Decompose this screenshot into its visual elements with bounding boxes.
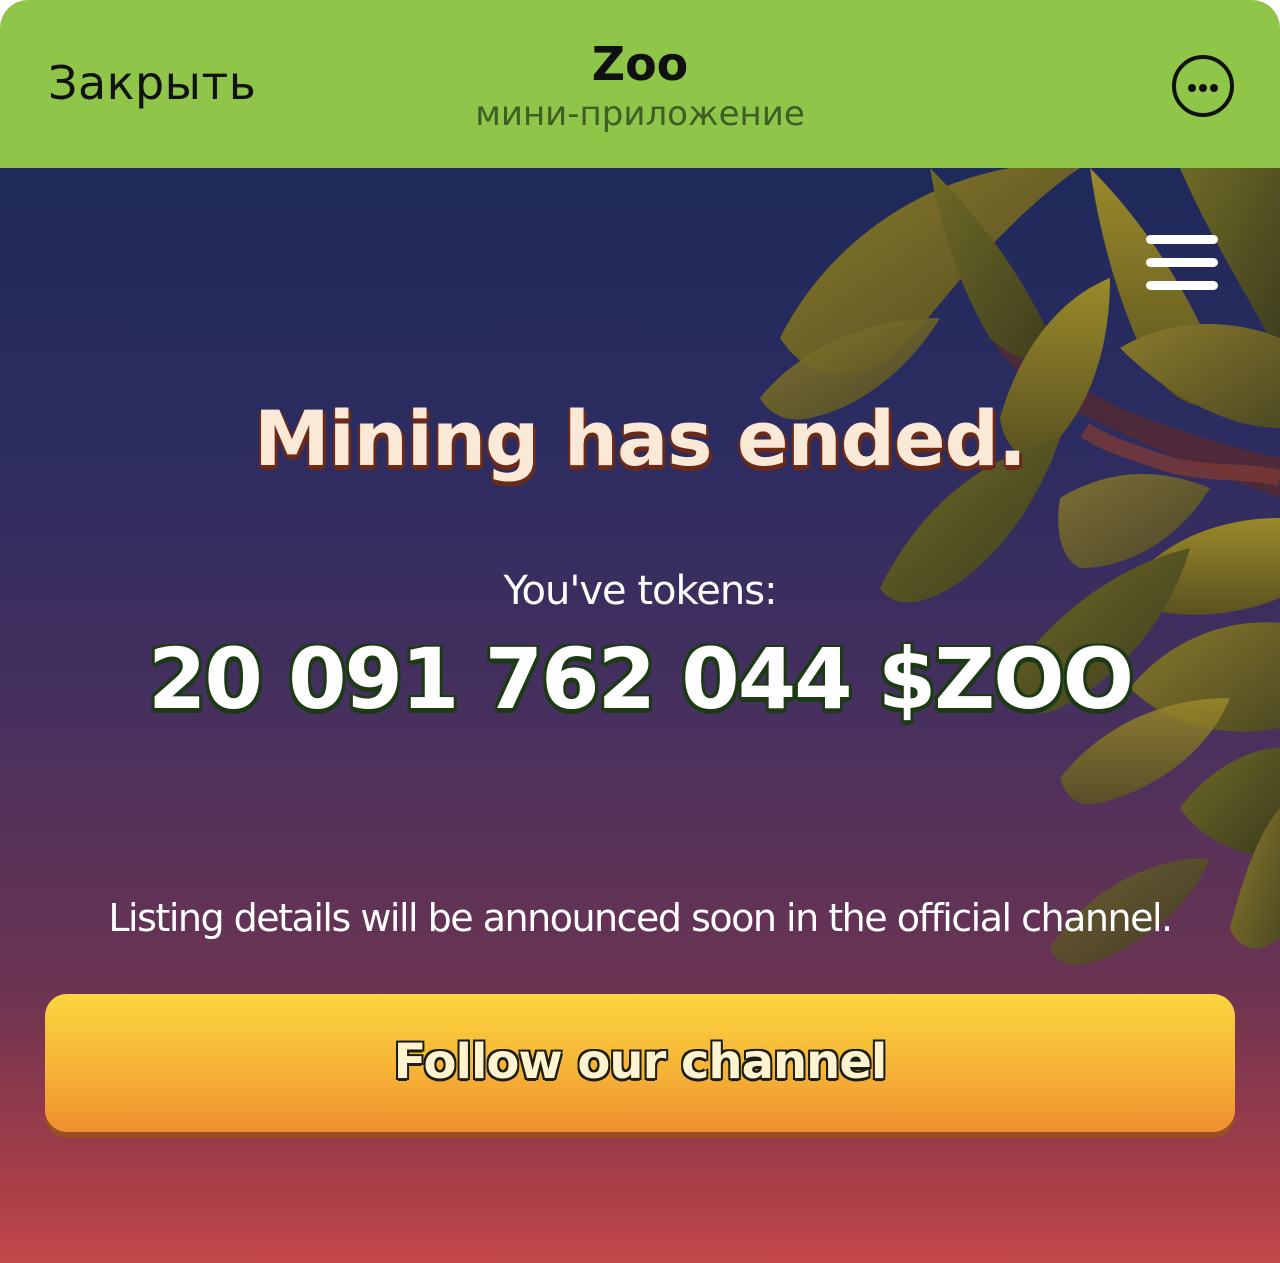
more-options-icon[interactable]	[1172, 55, 1234, 117]
app-subtitle: мини-приложение	[475, 94, 805, 134]
app-title: Zoo	[591, 37, 689, 91]
menu-line	[1146, 281, 1218, 290]
game-stage: Mining has ended. You've tokens: 20 091 …	[0, 168, 1280, 1263]
dot	[1188, 84, 1196, 92]
hamburger-menu-icon[interactable]	[1146, 234, 1218, 290]
mini-app-header: Закрыть Zoo мини-приложение	[0, 0, 1280, 168]
title-block: Zoo мини-приложение	[0, 36, 1280, 136]
tokens-balance: 20 091 762 044 $ZOO	[147, 630, 1134, 728]
mining-ended-heading: Mining has ended.	[254, 394, 1027, 483]
tokens-label: You've tokens:	[503, 568, 777, 614]
menu-line	[1146, 235, 1218, 244]
listing-note: Listing details will be announced soon i…	[108, 896, 1173, 940]
follow-channel-button[interactable]: Follow our channel	[45, 994, 1235, 1132]
mini-app-window: Закрыть Zoo мини-приложение Mining has e…	[0, 0, 1280, 1263]
menu-line	[1146, 258, 1218, 267]
dot	[1199, 84, 1207, 92]
dot	[1210, 84, 1218, 92]
follow-channel-label: Follow our channel	[393, 1034, 888, 1090]
